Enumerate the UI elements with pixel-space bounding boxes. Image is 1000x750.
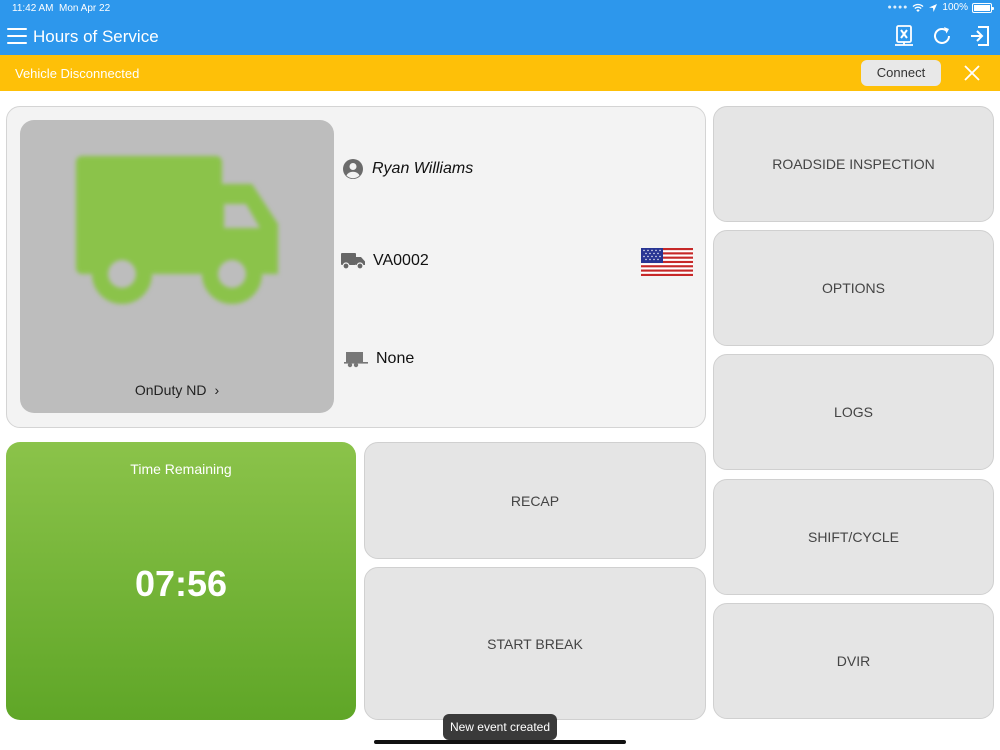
user-icon	[343, 159, 363, 179]
status-time: 11:42 AM	[12, 3, 54, 14]
logs-button[interactable]: LOGS	[713, 354, 994, 470]
status-bar: 11:42 AM Mon Apr 22 ●●●● 100%	[0, 0, 1000, 18]
trailer-value: None	[376, 350, 415, 367]
toast-message: New event created	[443, 714, 557, 740]
trailer-row: None	[344, 350, 414, 368]
time-remaining-tile: Time Remaining 07:56	[6, 442, 356, 720]
options-button[interactable]: OPTIONS	[713, 230, 994, 346]
duty-status-label: OnDuty ND ›	[134, 382, 220, 398]
us-flag-icon	[641, 248, 693, 276]
menu-icon[interactable]	[7, 27, 27, 45]
logout-icon[interactable]	[968, 24, 992, 48]
time-remaining-value: 07:56	[134, 563, 228, 604]
recap-button[interactable]: RECAP	[364, 442, 706, 559]
vehicle-id: VA0002	[373, 252, 429, 269]
wifi-icon	[912, 3, 924, 12]
battery-percent: 100%	[942, 2, 968, 13]
battery-icon	[972, 2, 994, 13]
chevron-right-icon: ›	[214, 382, 220, 398]
roadside-inspection-button[interactable]: ROADSIDE INSPECTION	[713, 106, 994, 222]
vehicle-row: VA0002	[341, 252, 429, 270]
connect-button[interactable]: Connect	[861, 60, 941, 86]
home-indicator[interactable]	[374, 740, 626, 744]
app-header: Hours of Service	[0, 18, 1000, 55]
signal-icon: ●●●●	[887, 4, 909, 11]
driver-name: Ryan Williams	[372, 160, 474, 177]
status-indicators: ●●●● 100%	[887, 2, 994, 13]
close-icon[interactable]	[962, 63, 982, 83]
driver-row: Ryan Williams	[342, 158, 473, 180]
refresh-icon[interactable]	[930, 24, 954, 48]
vehicle-icon	[341, 253, 365, 270]
page-title: Hours of Service	[33, 27, 159, 46]
banner-message: Vehicle Disconnected	[15, 66, 140, 81]
duty-status-tile[interactable]: OnDuty ND ›	[20, 120, 334, 413]
truck-icon	[76, 156, 278, 304]
vehicle-disconnected-banner: Vehicle Disconnected	[0, 55, 1000, 91]
status-date: Mon Apr 22	[59, 3, 111, 14]
disconnect-device-icon[interactable]	[892, 24, 916, 48]
trailer-icon	[344, 352, 368, 368]
shift-cycle-button[interactable]: SHIFT/CYCLE	[713, 479, 994, 595]
dvir-button[interactable]: DVIR	[713, 603, 994, 719]
start-break-button[interactable]: START BREAK	[364, 567, 706, 720]
time-remaining-label: Time Remaining	[130, 461, 232, 477]
location-icon	[929, 3, 938, 12]
hos-screen: 11:42 AM Mon Apr 22 ●●●● 100% Hours of S…	[0, 0, 1000, 750]
